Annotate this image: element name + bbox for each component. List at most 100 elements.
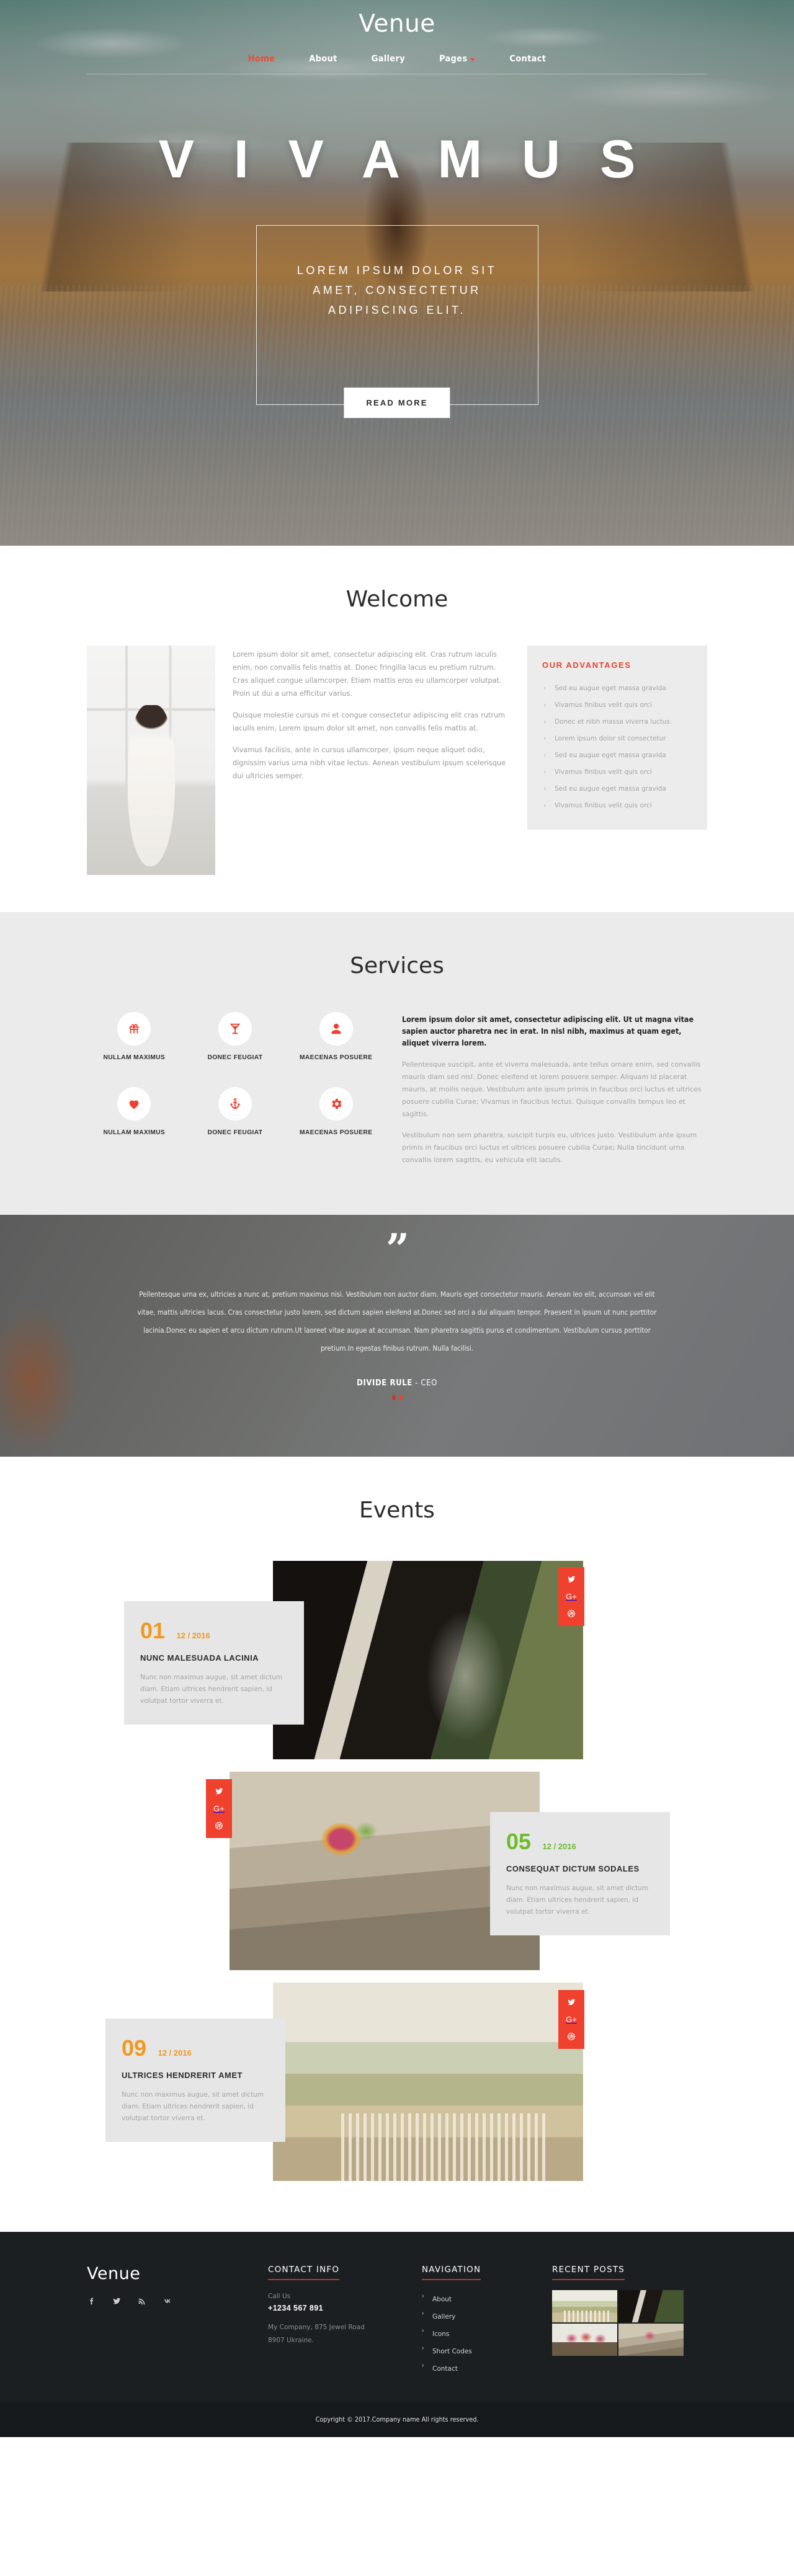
nav-item-contact[interactable]: Contact (509, 54, 546, 64)
footer-logo[interactable]: Venue (87, 2264, 268, 2283)
rss-icon[interactable] (138, 2297, 146, 2306)
list-item[interactable]: › Vivamus finibus velit quis orci (542, 763, 692, 780)
service-item-anchor[interactable]: DONEC FEUGIAT (188, 1087, 283, 1137)
event-share-buttons-3: G+ (558, 1990, 584, 2049)
footer-nav-link[interactable]: Icons (432, 2330, 449, 2338)
service-item-cocktail[interactable]: DONEC FEUGIAT (188, 1012, 283, 1062)
recent-post-thumb-2[interactable] (618, 2290, 684, 2322)
list-item[interactable]: › Short Codes (422, 2342, 552, 2360)
footer-nav-link[interactable]: About (432, 2296, 452, 2303)
service-item-user[interactable]: MAECENAS POSUERE (288, 1012, 383, 1062)
advantage-label: Vivamus finibus velit quis orci (555, 801, 652, 809)
read-more-button[interactable]: READ MORE (344, 388, 450, 418)
nav-label: Gallery (371, 54, 405, 64)
service-item-gear[interactable]: MAECENAS POSUERE (288, 1087, 383, 1137)
heart-icon (117, 1087, 151, 1121)
nav-label: Home (248, 54, 275, 64)
dribbble-icon[interactable] (567, 2032, 576, 2041)
list-item[interactable]: › Contact (422, 2360, 552, 2377)
events-title: Events (359, 1498, 435, 1523)
event-photo-toast (273, 1561, 583, 1759)
advantage-label: Donec et nibh massa viverra luctus. (555, 717, 672, 726)
google-plus-icon[interactable]: G+ (566, 1592, 577, 1601)
footer-phone[interactable]: +1234 567 891 (268, 2304, 422, 2312)
service-label: NULLAM MAXIMUS (103, 1129, 166, 1136)
list-item[interactable]: › Sed eu augue eget massa gravida (542, 680, 692, 696)
nav-label: Contact (509, 54, 546, 64)
chevron-right-icon: › (422, 2293, 424, 2299)
service-item-heart[interactable]: NULLAM MAXIMUS (87, 1087, 182, 1137)
nav-item-about[interactable]: About (309, 54, 337, 64)
recent-posts-grid (552, 2290, 684, 2356)
user-icon (319, 1012, 353, 1046)
chevron-right-icon: › (543, 701, 546, 709)
recent-post-thumb-1[interactable] (552, 2290, 617, 2322)
cocktail-icon (218, 1012, 252, 1046)
testimonial-author-name: DIVIDE RULE (357, 1379, 413, 1388)
twitter-icon[interactable] (112, 2297, 121, 2306)
testimonial-section: ” Pellentesque urna ex, ultricies a nunc… (0, 1215, 794, 1457)
list-item[interactable]: › Vivamus finibus velit quis orci (542, 797, 692, 814)
pagination-dot-2[interactable] (398, 1395, 403, 1400)
list-item[interactable]: › Lorem ipsum dolor sit consectetur (542, 730, 692, 747)
event-title: ULTRICES HENDRERIT AMET (122, 2071, 243, 2080)
event-share-buttons-1: G+ (558, 1567, 584, 1626)
facebook-icon[interactable] (87, 2297, 96, 2306)
event-description: Nunc non maximus augue, sit amet dictum … (506, 1885, 649, 1916)
footer-address-line2: 8907 Ukraine. (268, 2337, 314, 2344)
dribbble-icon[interactable] (215, 1821, 223, 1830)
list-item[interactable]: › Sed eu augue eget massa gravida (542, 780, 692, 797)
footer-nav-link[interactable]: Gallery (432, 2313, 455, 2321)
footer-contact-column: CONTACT INFO Call Us +1234 567 891 My Co… (268, 2264, 422, 2377)
nav-label: About (309, 54, 337, 64)
list-item[interactable]: › Sed eu augue eget massa gravida (542, 747, 692, 763)
welcome-text: Lorem ipsum dolor sit amet, consectetur … (233, 646, 510, 791)
service-label: DONEC FEUGIAT (207, 1129, 263, 1136)
footer-brand-column: Venue (87, 2264, 268, 2377)
footer-call-label: Call Us (268, 2293, 291, 2300)
event-description: Nunc non maximus augue, sit amet dictum … (122, 2091, 264, 2122)
services-text: Lorem ipsum dolor sit amet, consectetur … (402, 1012, 707, 1175)
nav-item-home[interactable]: Home (248, 54, 275, 64)
service-label: MAECENAS POSUERE (299, 1054, 373, 1061)
advantage-label: Vivamus finibus velit quis orci (555, 768, 652, 776)
google-plus-icon[interactable]: G+ (566, 2015, 577, 2023)
list-item[interactable]: › Donec et nibh massa viverra luctus. (542, 713, 692, 730)
footer-nav-link[interactable]: Contact (432, 2365, 458, 2373)
twitter-icon[interactable] (215, 1787, 223, 1796)
recent-post-thumb-4[interactable] (618, 2324, 684, 2356)
list-item[interactable]: › Vivamus finibus velit quis orci (542, 696, 692, 713)
testimonial-pagination[interactable] (0, 1395, 794, 1400)
twitter-icon[interactable] (567, 1575, 576, 1584)
list-item[interactable]: › Icons (422, 2325, 552, 2342)
event-number: 09 (122, 2035, 147, 2061)
nav-item-gallery[interactable]: Gallery (372, 54, 405, 64)
vk-icon[interactable] (163, 2297, 172, 2306)
hero-section: Venue Home About Gallery Pages Contact V… (0, 0, 794, 546)
events-section: Events G+ 01 12 / 2016 NUNC MALESUADA LA… (0, 1457, 794, 2232)
twitter-icon[interactable] (567, 1998, 576, 2007)
welcome-paragraph: Lorem ipsum dolor sit amet, consectetur … (233, 651, 502, 698)
services-section: Services NULLAM MAXIMUS DONEC FEUGIAT MA… (0, 912, 794, 1215)
list-item[interactable]: › About (422, 2290, 552, 2307)
event-card-2[interactable]: 05 12 / 2016 CONSEQUAT DICTUM SODALES Nu… (490, 1812, 670, 1935)
recent-post-thumb-3[interactable] (552, 2324, 617, 2356)
chevron-right-icon: › (543, 801, 546, 809)
services-title: Services (350, 953, 444, 979)
footer-address: My Company, 875 Jewel Road 8907 Ukraine. (268, 2321, 422, 2347)
google-plus-icon[interactable]: G+ (213, 1805, 225, 1813)
event-card-1[interactable]: 01 12 / 2016 NUNC MALESUADA LACINIA Nunc… (124, 1601, 304, 1725)
page-root: Venue Home About Gallery Pages Contact V… (0, 0, 794, 2437)
dribbble-icon[interactable] (567, 1609, 576, 1618)
site-logo[interactable]: Venue (0, 0, 794, 38)
welcome-section: Welcome Lorem ipsum dolor sit amet, cons… (0, 546, 794, 912)
service-item-gift[interactable]: NULLAM MAXIMUS (87, 1012, 182, 1062)
pagination-dot-1[interactable] (391, 1395, 396, 1400)
chevron-down-icon (470, 58, 476, 61)
event-number: 05 (506, 1829, 532, 1854)
service-label: NULLAM MAXIMUS (103, 1054, 166, 1061)
footer-nav-link[interactable]: Short Codes (432, 2348, 472, 2355)
nav-item-pages[interactable]: Pages (439, 54, 476, 64)
list-item[interactable]: › Gallery (422, 2307, 552, 2325)
event-card-3[interactable]: 09 12 / 2016 ULTRICES HENDRERIT AMET Nun… (105, 2019, 285, 2142)
